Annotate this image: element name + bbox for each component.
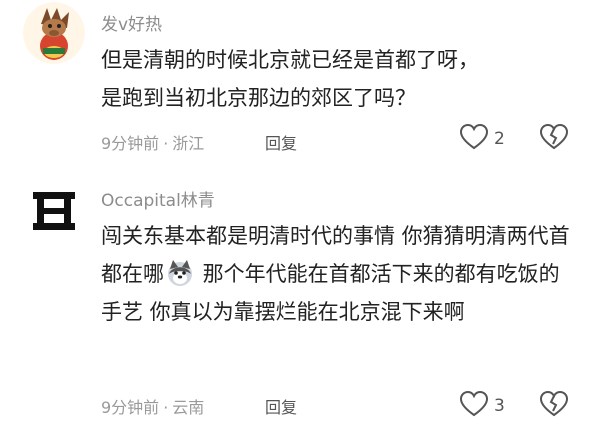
husky-dog-emoji: [166, 259, 194, 287]
comment-item: 发v好热 但是清朝的时候北京就已经是首都了呀， 是跑到当初北京那边的郊区了吗？ …: [0, 0, 600, 176]
location: 云南: [172, 398, 205, 417]
separator: ·: [163, 134, 169, 153]
timestamp: 9分钟前: [101, 398, 160, 417]
comment-meta: 9分钟前 · 云南: [101, 394, 204, 418]
timestamp: 9分钟前: [101, 134, 160, 153]
username[interactable]: 发v好热: [101, 10, 162, 35]
like-button[interactable]: 3: [459, 390, 505, 421]
dislike-button[interactable]: [539, 390, 569, 421]
dislike-button[interactable]: [539, 123, 569, 154]
comment-text-line: 是跑到当初北京那边的郊区了吗？: [101, 86, 416, 110]
location: 浙江: [172, 134, 205, 153]
h-logo-avatar-icon[interactable]: [23, 180, 85, 242]
like-count: 3: [494, 396, 505, 416]
comment-text-line: 但是清朝的时候北京就已经是首都了呀，: [101, 48, 479, 72]
comment-item: Occapital林青 闯关东基本都是明清时代的事情 你猜猜明清两代首都在哪 那…: [0, 176, 600, 417]
heart-icon: [459, 390, 489, 421]
reply-button[interactable]: 回复: [265, 130, 297, 154]
heart-icon: [459, 123, 489, 154]
separator: ·: [163, 398, 169, 417]
broken-heart-icon: [539, 390, 569, 421]
comment-meta: 9分钟前 · 浙江: [101, 130, 204, 154]
like-button[interactable]: 2: [459, 123, 505, 154]
like-count: 2: [494, 129, 505, 149]
reply-button[interactable]: 回复: [265, 394, 297, 418]
horse-avatar-icon[interactable]: [23, 2, 85, 64]
comment-text: 闯关东基本都是明清时代的事情 你猜猜明清两代首都在哪 那个年代能在首都活下来的都…: [101, 217, 571, 331]
username[interactable]: Occapital林青: [101, 186, 215, 211]
broken-heart-icon: [539, 123, 569, 154]
comment-text: 但是清朝的时候北京就已经是首都了呀， 是跑到当初北京那边的郊区了吗？: [101, 41, 571, 117]
